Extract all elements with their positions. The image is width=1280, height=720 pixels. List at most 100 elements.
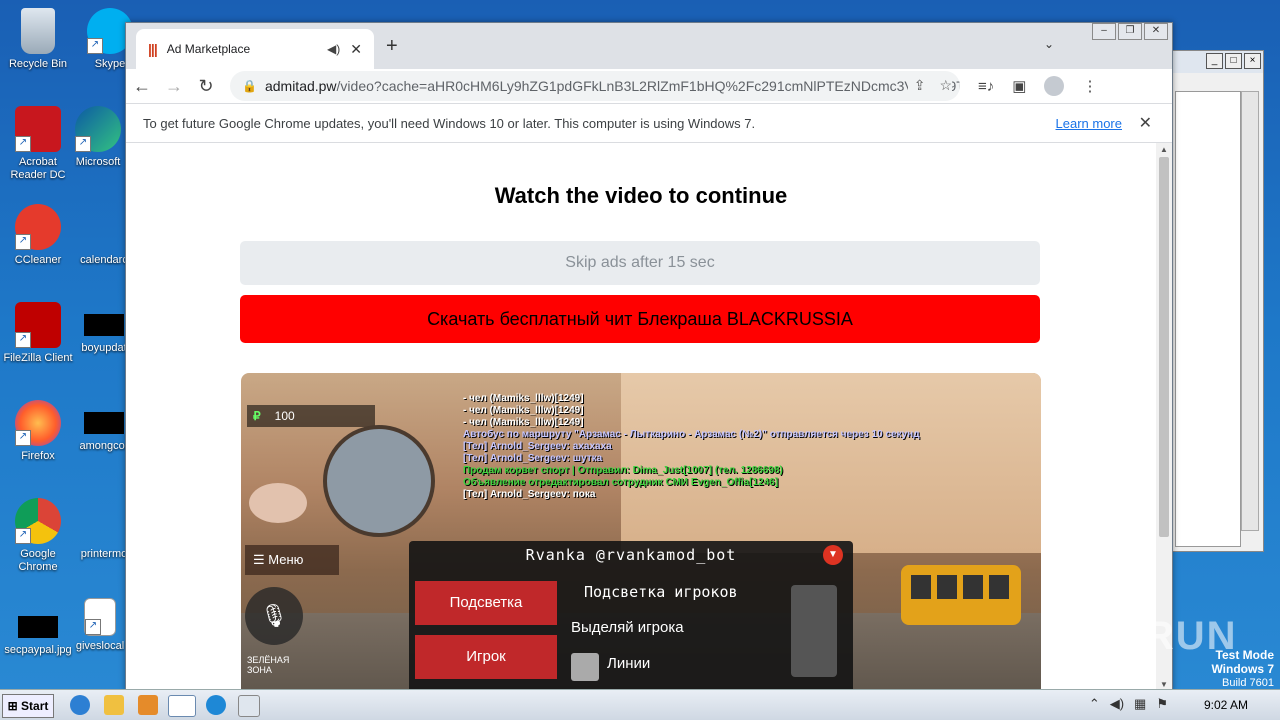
profile-avatar-icon[interactable] <box>1044 76 1065 96</box>
green-zone-label: ЗЕЛЁНАЯ ЗОНА <box>247 655 290 675</box>
ie-taskbar-icon[interactable] <box>70 695 90 715</box>
reload-icon[interactable]: ↻ <box>190 76 222 97</box>
lock-icon[interactable]: 🔒 <box>242 79 257 93</box>
desktop-icon-recycle-bin[interactable]: Recycle Bin <box>0 8 76 71</box>
network-icon[interactable]: ▦ <box>1134 696 1146 712</box>
file-icon <box>81 498 127 544</box>
highlight-tab-button: Подсветка <box>415 581 557 625</box>
desktop-icon-firefox[interactable]: ↗ Firefox <box>0 400 76 463</box>
background-window[interactable]: _ □ × <box>1170 50 1264 552</box>
panel-toggle-box <box>791 585 837 677</box>
action-center-flag-icon[interactable]: ⚑ <box>1156 696 1168 712</box>
game-minimap <box>323 425 435 537</box>
scroll-up-icon[interactable]: ▲ <box>1156 145 1172 154</box>
background-window-titlebar[interactable]: _ □ × <box>1171 51 1263 73</box>
maximize-icon[interactable]: □ <box>1225 53 1242 69</box>
chat-line: - чел (Mamiks_lllw)[1249] <box>463 405 584 416</box>
edge-icon: ↗ <box>75 106 121 152</box>
explorer-taskbar-icon[interactable] <box>104 695 124 715</box>
close-icon[interactable]: × <box>1244 53 1261 69</box>
desktop-icon-chrome[interactable]: ↗ Google Chrome <box>0 498 76 574</box>
word-doc-icon: ↗ <box>84 598 116 636</box>
edge-taskbar-icon[interactable] <box>206 695 226 715</box>
chat-line: Продам корвет спорт | Отправил: Dima_Jus… <box>463 465 783 476</box>
acrobat-icon: ↗ <box>15 106 61 152</box>
chrome-taskbar-icon[interactable] <box>168 695 196 717</box>
desktop-icon-filezilla[interactable]: ↗ FileZilla Client <box>0 302 76 365</box>
side-panel-icon[interactable]: ▣ <box>1012 77 1026 95</box>
option-lines: Линии <box>607 655 651 672</box>
new-tab-icon[interactable]: + <box>386 35 398 58</box>
scroll-down-icon[interactable]: ▼ <box>1156 680 1172 689</box>
player-tab-button: Игрок <box>415 635 557 679</box>
page-title: Watch the video to continue <box>494 183 788 208</box>
download-cheat-button[interactable]: Скачать бесплатный чит Блекраша BLACKRUS… <box>240 295 1040 343</box>
url-path: /video?cache=aHR0cHM6Ly9hZG1pdGFkLnB3L2R… <box>336 78 960 94</box>
learn-more-link[interactable]: Learn more <box>1056 116 1122 131</box>
cheat-panel-title: Rvanka @rvankamod_bot <box>525 546 737 564</box>
volume-icon[interactable]: ◀) <box>1110 696 1124 712</box>
scrollbar-thumb[interactable] <box>1159 157 1169 537</box>
back-arrow-icon[interactable]: ← <box>126 76 158 97</box>
address-bar[interactable]: 🔒 admitad.pw/video?cache=aHR0cHM6Ly9hZG1… <box>230 71 960 101</box>
share-icon[interactable]: ⇪ <box>914 77 926 94</box>
video-player[interactable]: ₽100 ☰ Меню 🎙 ЗЕЛЁНАЯ ЗОНА - чел (Mamiks… <box>241 373 1041 691</box>
microphone-icon: 🎙 <box>245 587 303 645</box>
chat-line: [Тел] Arnold_Sergeev: пока <box>463 489 596 500</box>
chat-line: - чел (Mamiks_lllw)[1249] <box>463 393 584 404</box>
chrome-window: ||| Ad Marketplace ◀) ✕ + ⌄ – ❐ ✕ ← → ↻ … <box>125 22 1173 692</box>
firefox-icon: ↗ <box>15 400 61 446</box>
forward-arrow-icon[interactable]: → <box>158 76 190 97</box>
file-thumbnail-icon <box>84 314 124 336</box>
infobar-close-icon[interactable]: ✕ <box>1139 113 1152 133</box>
option-select-player: Выделяй игрока <box>571 619 684 636</box>
page-content: Watch the video to continue Skip ads aft… <box>126 143 1156 691</box>
game-menu-button: ☰ Меню <box>245 545 339 575</box>
window-controls: – ❐ ✕ <box>1092 23 1168 40</box>
taskbar: ⊞ Start ⌃ ◀) ▦ ⚑ 9:02 AM <box>0 689 1280 720</box>
filezilla-icon: ↗ <box>15 302 61 348</box>
panel-logo-icon: ▼ <box>823 545 843 565</box>
game-chat: - чел (Mamiks_lllw)[1249] - чел (Mamiks_… <box>463 393 920 501</box>
chat-line: [Тел] Arnold_Sergeev: ахахаха <box>463 441 612 452</box>
chrome-icon: ↗ <box>15 498 61 544</box>
media-player-taskbar-icon[interactable] <box>138 695 158 715</box>
tab-favicon-icon: ||| <box>148 41 158 57</box>
infobar-message: To get future Google Chrome updates, you… <box>143 115 756 131</box>
chat-line: Автобус по маршруту "Арзамас - Лыткарино… <box>463 429 920 440</box>
close-icon[interactable]: ✕ <box>1144 23 1168 40</box>
system-tray: ⌃ ◀) ▦ ⚑ <box>1089 696 1168 712</box>
minimize-icon[interactable]: – <box>1092 23 1116 40</box>
chat-line: Объявление отредактировал сотрудник СМИ … <box>463 477 779 488</box>
ccleaner-icon: ↗ <box>15 204 61 250</box>
speaker-icon[interactable]: ◀) <box>327 42 340 56</box>
recycle-bin-icon <box>21 8 55 54</box>
page-scrollbar[interactable]: ▲ ▼ <box>1156 143 1172 691</box>
video-bus <box>901 565 1021 625</box>
tray-chevron-icon[interactable]: ⌃ <box>1089 696 1100 712</box>
game-money-hud: ₽100 <box>247 405 375 427</box>
calendar-file-icon <box>81 204 127 250</box>
desktop-icon-ccleaner[interactable]: ↗ CCleaner <box>0 204 76 267</box>
fist-icon <box>249 483 307 523</box>
section-title: Подсветка игроков <box>584 583 738 601</box>
menu-kebab-icon[interactable]: ⋮ <box>1082 77 1097 95</box>
bookmark-star-icon[interactable]: ☆ <box>939 77 952 94</box>
tab-search-chevron-icon[interactable]: ⌄ <box>1044 37 1054 51</box>
tab-ad-marketplace[interactable]: ||| Ad Marketplace ◀) ✕ <box>136 29 374 69</box>
skip-ads-button[interactable]: Skip ads after 15 sec <box>240 241 1040 285</box>
background-window-scrollbar[interactable] <box>1241 91 1259 531</box>
windows-logo-icon: ⊞ <box>7 699 18 713</box>
tab-close-icon[interactable]: ✕ <box>350 41 362 58</box>
tab-title: Ad Marketplace <box>166 42 251 56</box>
notepad-taskbar-icon[interactable] <box>238 695 260 717</box>
minimize-icon[interactable]: _ <box>1206 53 1223 69</box>
start-button[interactable]: ⊞ Start <box>2 694 54 718</box>
media-control-icon[interactable]: ≡♪ <box>978 78 994 95</box>
taskbar-clock[interactable]: 9:02 AM <box>1204 698 1248 712</box>
browser-toolbar: ← → ↻ 🔒 admitad.pw/video?cache=aHR0cHM6L… <box>126 69 1172 103</box>
chat-line: [Тел] Arnold_Sergeev: шутка <box>463 453 603 464</box>
chat-line: - чел (Mamiks_lllw)[1249] <box>463 417 584 428</box>
cheat-menu-panel: Rvanka @rvankamod_bot ▼ Подсветка Игрок … <box>409 541 853 691</box>
restore-icon[interactable]: ❐ <box>1118 23 1142 40</box>
